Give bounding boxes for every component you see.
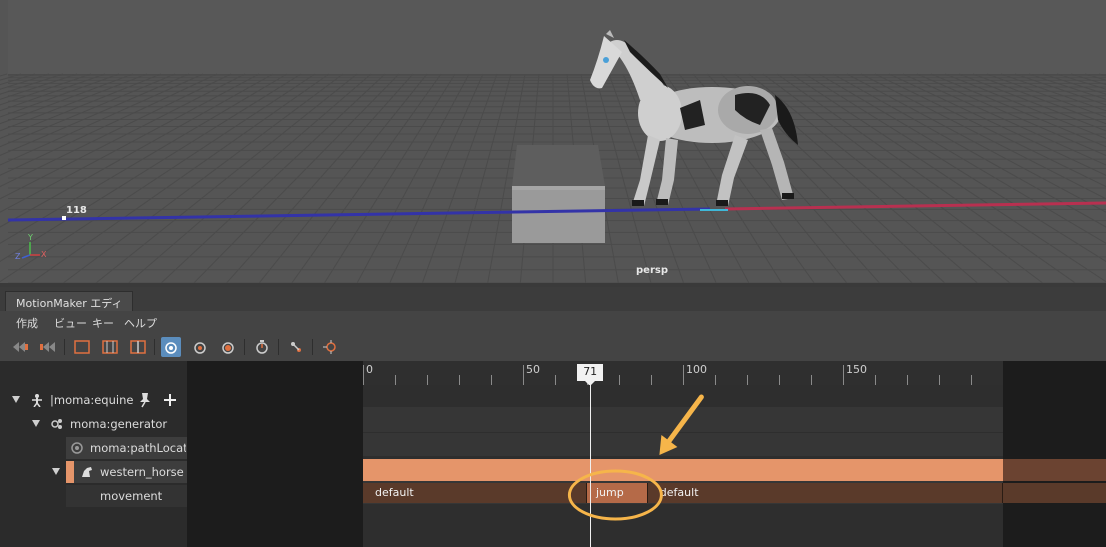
next-key-icon[interactable]	[38, 337, 58, 357]
ruler-tick	[715, 375, 716, 385]
cube-object	[512, 145, 605, 243]
bone-icon[interactable]	[286, 337, 306, 357]
motionmaker-editor: MotionMaker エディタ 作成 ビュー キー ヘルプ	[0, 287, 1106, 547]
previous-key-icon[interactable]	[10, 337, 30, 357]
western-horse-track-bar-outside	[1003, 459, 1106, 481]
person-icon	[32, 394, 42, 407]
motion-alt-icon[interactable]	[190, 337, 210, 357]
track-outliner: |moma:equine moma:generator moma:pathLoc…	[0, 361, 187, 547]
editor-body: |moma:equine moma:generator moma:pathLoc…	[0, 361, 1106, 547]
toolbar-separator	[154, 339, 155, 355]
axis-y-label: Y	[28, 233, 33, 242]
3d-viewport[interactable]: 118 Y X Z persp	[0, 0, 1106, 287]
scene-svg	[0, 0, 1106, 283]
menu-view[interactable]: ビュー	[54, 315, 87, 331]
expand-triangle-icon[interactable]	[52, 468, 60, 475]
ruler-tick-label: 0	[366, 363, 373, 376]
ruler-tick	[939, 375, 940, 385]
stopwatch-icon[interactable]	[252, 337, 272, 357]
current-frame-label[interactable]: 71	[577, 364, 604, 381]
outliner-label: moma:pathLocator	[90, 441, 186, 455]
ruler-tick	[555, 375, 556, 385]
outliner-row-pathlocator[interactable]: moma:pathLocator	[66, 437, 187, 459]
ruler-tick	[779, 375, 780, 385]
outliner-label: |moma:equine	[50, 393, 134, 407]
outliner-row-generator[interactable]: moma:generator	[0, 413, 187, 435]
rig-icon[interactable]	[320, 337, 340, 357]
app-window: 118 Y X Z persp MotionMaker エディタ 作成 ビュー …	[0, 0, 1106, 547]
clip-default[interactable]: default	[647, 483, 1003, 503]
frame-split-icon[interactable]	[128, 337, 148, 357]
generator-icon	[51, 419, 62, 429]
ruler-tick-label: 150	[846, 363, 867, 376]
outliner-row-equine[interactable]: |moma:equine	[0, 389, 187, 411]
ruler-tick	[523, 365, 524, 385]
toolbar-separator	[244, 339, 245, 355]
outliner-label: moma:generator	[70, 417, 168, 431]
ruler-tick	[395, 375, 396, 385]
menu-key[interactable]: キー	[92, 315, 114, 331]
timeline[interactable]: -50050100150120071 defaultjumpdefault	[187, 361, 1106, 547]
ruler-tick-label: 100	[686, 363, 707, 376]
ruler-tick	[459, 375, 460, 385]
add-icon[interactable]	[163, 393, 177, 407]
ruler-tick	[363, 365, 364, 385]
western-horse-track-bar[interactable]	[363, 459, 1003, 481]
track-row	[363, 433, 1003, 456]
sky	[8, 0, 1106, 74]
frame-marker-label: 118	[66, 205, 87, 216]
ruler-tick	[619, 375, 620, 385]
ruler-tick	[651, 375, 652, 385]
ruler-tick	[811, 375, 812, 385]
clip-default[interactable]: default	[363, 483, 587, 503]
menu-create[interactable]: 作成	[16, 315, 38, 331]
motion-icon[interactable]	[161, 337, 181, 357]
ruler-tick	[843, 365, 844, 385]
outliner-row-movement[interactable]: movement	[66, 485, 187, 507]
outliner-label: movement	[100, 489, 163, 503]
axis-z-label: Z	[15, 252, 21, 261]
ruler-tick	[907, 375, 908, 385]
frame-range-in-out-icon[interactable]	[100, 337, 120, 357]
ruler-tick	[875, 375, 876, 385]
expand-triangle-icon[interactable]	[32, 420, 40, 427]
out-of-range-left	[187, 361, 363, 547]
tab-motionmaker-editor[interactable]: MotionMaker エディタ	[5, 291, 133, 326]
ruler-tick	[491, 375, 492, 385]
record-icon[interactable]	[218, 337, 238, 357]
ruler-tick	[683, 365, 684, 385]
expand-triangle-icon[interactable]	[12, 396, 20, 403]
ruler-tick	[427, 375, 428, 385]
frame-marker-dot	[62, 216, 66, 220]
out-of-range-right	[1003, 361, 1106, 547]
menu-bar: 作成 ビュー キー ヘルプ	[0, 311, 1106, 333]
ruler-tick	[971, 375, 972, 385]
frame-range-icon[interactable]	[72, 337, 92, 357]
locator-icon	[71, 442, 83, 454]
toolbar	[0, 333, 1106, 361]
track-row	[363, 407, 1003, 432]
axis-x-label: X	[41, 250, 47, 259]
toolbar-separator	[312, 339, 313, 355]
pin-icon[interactable]	[138, 392, 152, 408]
playhead-line[interactable]	[590, 383, 592, 547]
tab-bar: MotionMaker エディタ	[0, 287, 1106, 326]
ruler-tick-label: 50	[526, 363, 540, 376]
camera-label: persp	[636, 265, 668, 276]
clip-jump[interactable]: jump	[587, 483, 648, 503]
track-color-swatch	[66, 461, 74, 483]
outliner-row-western-horse[interactable]: western_horse	[0, 461, 187, 483]
toolbar-separator	[64, 339, 65, 355]
horse-icon	[82, 467, 92, 477]
toolbar-separator	[278, 339, 279, 355]
menu-help[interactable]: ヘルプ	[124, 315, 157, 331]
ruler-tick	[747, 375, 748, 385]
outliner-label: western_horse	[100, 465, 184, 479]
